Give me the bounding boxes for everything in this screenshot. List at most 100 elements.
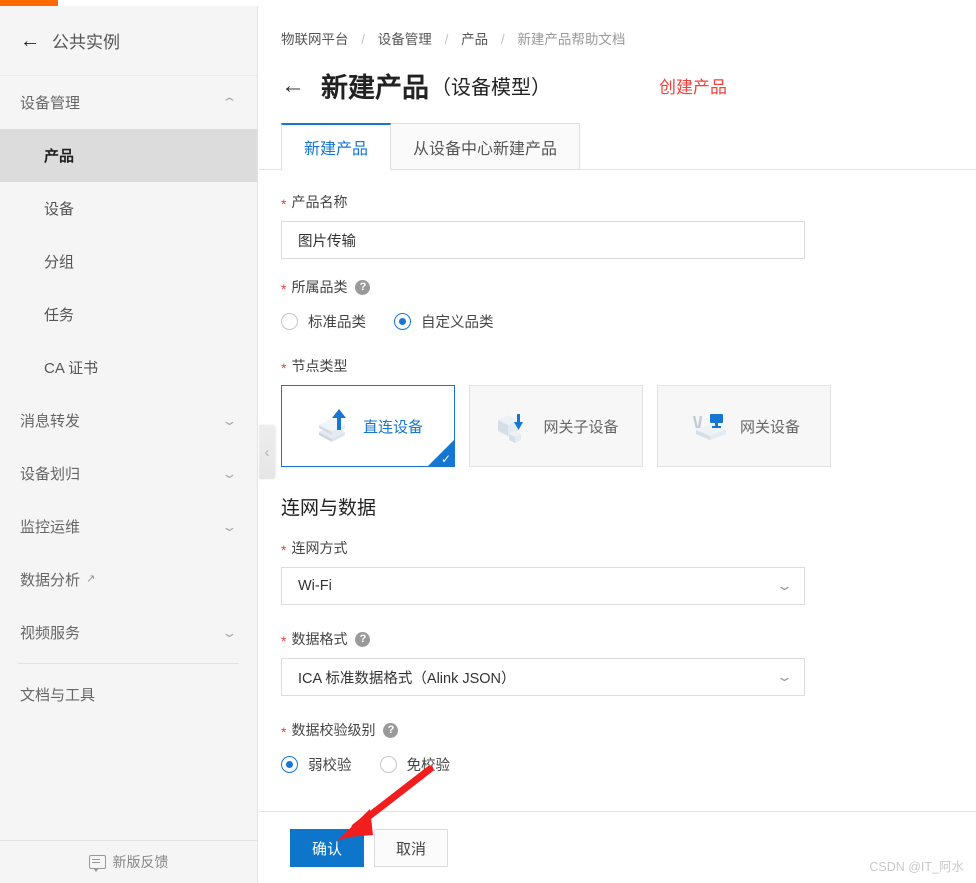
- breadcrumb-item-help-doc[interactable]: 新建产品帮助文档: [517, 32, 625, 47]
- radio-no-validation[interactable]: [379, 756, 397, 773]
- sidebar-group-label: 设备划归: [20, 466, 81, 483]
- annotation-create-product: 创建产品: [659, 78, 727, 97]
- breadcrumb: 物联网平台 / 设备管理 / 产品 / 新建产品帮助文档: [259, 6, 976, 48]
- arrow-left-icon[interactable]: ←: [281, 73, 305, 98]
- tab-bar: 新建产品 从设备中心新建产品: [259, 123, 976, 170]
- sidebar-item-label: CA 证书: [44, 360, 99, 377]
- question-icon[interactable]: ?: [355, 279, 371, 295]
- sidebar-group-device-management[interactable]: 设备管理 ⌃: [0, 76, 257, 129]
- label-text: 所属品类: [291, 279, 348, 295]
- sidebar-group-label: 消息转发: [20, 413, 81, 430]
- radio-label[interactable]: 弱校验: [308, 754, 352, 775]
- field-label: * 数据格式 ?: [281, 629, 976, 649]
- direct-device-icon: [318, 409, 346, 442]
- sidebar-group-device-assignment[interactable]: 设备划归 ⌄: [0, 447, 257, 500]
- sidebar-group-label: 监控运维: [20, 519, 81, 536]
- page-subtitle: （设备模型）: [431, 77, 551, 99]
- card-label: 直连设备: [362, 418, 423, 436]
- sidebar-group-data-analysis[interactable]: 数据分析 ↗: [0, 553, 257, 606]
- field-label: * 节点类型: [281, 356, 976, 376]
- feedback-label: 新版反馈: [112, 854, 169, 870]
- instance-name: 公共实例: [52, 33, 120, 52]
- sidebar-collapse-handle[interactable]: ‹: [259, 425, 275, 479]
- sidebar-item-ca-certificate[interactable]: CA 证书: [0, 341, 257, 394]
- chevron-down-icon: ⌄: [775, 578, 794, 593]
- breadcrumb-item-iot-platform[interactable]: 物联网平台: [281, 32, 349, 47]
- field-product-name: * 产品名称 图片传输: [281, 192, 976, 259]
- breadcrumb-item-products[interactable]: 产品: [461, 32, 488, 47]
- section-title-network-data: 连网与数据: [281, 498, 377, 519]
- radio-custom-category[interactable]: [394, 313, 411, 330]
- external-link-icon: ↗: [86, 573, 96, 585]
- sidebar-item-groups[interactable]: 分组: [0, 235, 257, 288]
- required-marker: *: [281, 633, 287, 649]
- required-marker: *: [281, 724, 287, 740]
- chevron-down-icon: ⌄: [221, 413, 238, 428]
- required-marker: *: [281, 196, 287, 212]
- field-label: * 产品名称: [281, 192, 976, 212]
- gateway-device-icon: [692, 414, 726, 440]
- field-label: * 连网方式: [281, 538, 976, 558]
- sidebar-item-label: 分组: [44, 254, 75, 271]
- chevron-down-icon: ⌄: [221, 519, 238, 534]
- page-header: ← 新建产品 （设备模型） 创建产品: [259, 48, 976, 105]
- sidebar-item-devices[interactable]: 设备: [0, 182, 257, 235]
- sidebar-item-label: 文档与工具: [20, 687, 96, 704]
- field-node-type: * 节点类型 直连设备 ✓ 网关子设备 网关设备: [281, 356, 976, 467]
- field-label: * 数据校验级别 ?: [281, 720, 976, 740]
- data-format-select[interactable]: ICA 标准数据格式（Alink JSON） ⌄: [281, 658, 805, 696]
- tab-label: 新建产品: [304, 141, 369, 158]
- question-icon[interactable]: ?: [355, 631, 371, 647]
- radio-label[interactable]: 标准品类: [308, 311, 366, 332]
- page-title: 新建产品: [321, 73, 429, 103]
- node-type-card-gateway-device[interactable]: 网关设备: [657, 385, 831, 467]
- sidebar-group-video-service[interactable]: 视频服务 ⌄: [0, 606, 257, 659]
- gateway-subdevice-icon: [498, 414, 524, 443]
- validation-level-radio-group: 弱校验 免校验: [281, 754, 976, 775]
- feedback-button[interactable]: 新版反馈: [0, 840, 257, 883]
- label-text: 数据校验级别: [291, 722, 376, 738]
- chevron-down-icon: ⌄: [221, 466, 238, 481]
- sidebar-item-label: 产品: [44, 148, 75, 165]
- field-category: * 所属品类 ? 标准品类 自定义品类: [281, 277, 976, 332]
- card-label: 网关设备: [739, 418, 800, 436]
- radio-standard-category[interactable]: [281, 313, 298, 330]
- product-name-input[interactable]: 图片传输: [281, 221, 805, 259]
- chevron-up-icon: ⌃: [221, 95, 238, 110]
- chevron-down-icon: ⌄: [775, 669, 794, 684]
- label-text: 产品名称: [291, 194, 348, 210]
- breadcrumb-item-device-management[interactable]: 设备管理: [378, 32, 432, 47]
- instance-switcher[interactable]: ← 公共实例: [0, 6, 257, 76]
- sidebar-group-monitoring[interactable]: 监控运维 ⌄: [0, 500, 257, 553]
- sidebar: ← 公共实例 设备管理 ⌃ 产品 设备 分组 任务 CA 证书 消息转发 ⌄ 设…: [0, 6, 258, 883]
- tab-new-product-from-device-center[interactable]: 从设备中心新建产品: [390, 123, 581, 169]
- node-type-card-gateway-subdevice[interactable]: 网关子设备: [469, 385, 643, 467]
- cancel-button[interactable]: 取消: [374, 829, 448, 867]
- field-validation-level: * 数据校验级别 ? 弱校验 免校验: [281, 720, 976, 775]
- field-label: * 所属品类 ?: [281, 277, 976, 297]
- sidebar-group-message-forwarding[interactable]: 消息转发 ⌄: [0, 394, 257, 447]
- radio-label[interactable]: 自定义品类: [421, 311, 494, 332]
- sidebar-group-label: 设备管理: [20, 95, 81, 112]
- network-method-select[interactable]: Wi-Fi ⌄: [281, 567, 805, 605]
- confirm-button[interactable]: 确认: [290, 829, 364, 867]
- chevron-down-icon: ⌄: [221, 625, 238, 640]
- radio-label[interactable]: 免校验: [407, 754, 451, 775]
- label-text: 连网方式: [291, 540, 348, 556]
- main-content: 物联网平台 / 设备管理 / 产品 / 新建产品帮助文档 ← 新建产品 （设备模…: [259, 6, 976, 883]
- select-value: ICA 标准数据格式（Alink JSON）: [298, 670, 516, 687]
- sidebar-item-tasks[interactable]: 任务: [0, 288, 257, 341]
- sidebar-item-products[interactable]: 产品: [0, 129, 257, 182]
- node-type-card-direct-device[interactable]: 直连设备 ✓: [281, 385, 455, 467]
- field-network-method: * 连网方式 Wi-Fi ⌄: [281, 538, 976, 605]
- card-label: 网关子设备: [543, 418, 619, 436]
- breadcrumb-separator: /: [361, 32, 366, 47]
- category-radio-group: 标准品类 自定义品类: [281, 311, 976, 332]
- check-icon: ✓: [440, 452, 451, 466]
- sidebar-item-docs-and-tools[interactable]: 文档与工具: [0, 668, 257, 721]
- tab-new-product[interactable]: 新建产品: [281, 123, 392, 170]
- question-icon[interactable]: ?: [383, 722, 399, 738]
- node-type-card-group: 直连设备 ✓ 网关子设备 网关设备: [281, 385, 976, 467]
- radio-weak-validation[interactable]: [281, 756, 298, 773]
- watermark: CSDN @IT_阿水: [869, 860, 964, 874]
